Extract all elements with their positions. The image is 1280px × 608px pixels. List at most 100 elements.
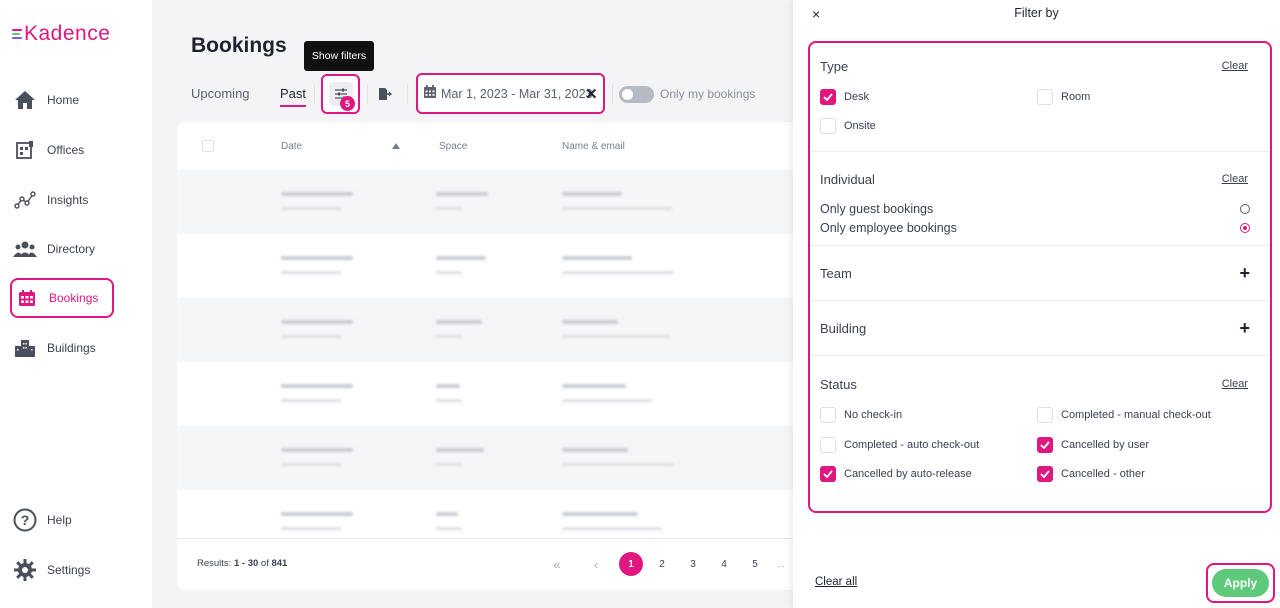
- page-4-button[interactable]: 4: [712, 552, 736, 576]
- column-header-date[interactable]: Date: [281, 141, 302, 152]
- previous-page-icon[interactable]: ‹: [584, 552, 608, 576]
- status-cancelled-by-user-checkbox[interactable]: Cancelled by user: [1037, 437, 1149, 453]
- only-my-bookings-toggle[interactable]: [619, 86, 654, 103]
- building-section-title: Building: [820, 321, 867, 336]
- apply-button[interactable]: Apply: [1212, 569, 1269, 597]
- team-section-title: Team: [820, 266, 852, 281]
- table-row[interactable]: [177, 426, 797, 490]
- tab-upcoming[interactable]: Upcoming: [191, 86, 250, 101]
- table-row[interactable]: [177, 234, 797, 298]
- only-employee-bookings-option[interactable]: Only employee bookings: [820, 221, 1250, 235]
- page-2-button[interactable]: 2: [650, 552, 674, 576]
- filter-count-badge: 5: [340, 96, 355, 111]
- directory-icon: [13, 237, 37, 261]
- type-section: Type Clear Desk Room Onsite: [810, 43, 1270, 152]
- filter-options: Type Clear Desk Room Onsite Individual C…: [808, 41, 1272, 513]
- insights-icon: [13, 188, 37, 212]
- clear-date-icon[interactable]: ✕: [585, 85, 598, 103]
- sidebar-item-insights[interactable]: Insights: [10, 180, 114, 220]
- sidebar-item-label: Insights: [47, 193, 89, 207]
- column-header-name-email[interactable]: Name & email: [562, 141, 625, 152]
- checkbox-checked-icon: [820, 89, 836, 105]
- sidebar-item-label: Home: [47, 93, 80, 107]
- bookings-table: Date Space Name & email Results: 1 - 30 …: [177, 122, 797, 590]
- export-icon[interactable]: [378, 87, 393, 106]
- type-desk-checkbox[interactable]: Desk: [820, 89, 869, 105]
- only-guest-bookings-option[interactable]: Only guest bookings: [820, 202, 1250, 216]
- brand-name: Kadence: [24, 22, 111, 45]
- office-icon: [13, 138, 37, 162]
- individual-section-title: Individual: [820, 172, 875, 187]
- sidebar-item-bookings[interactable]: Bookings: [10, 278, 114, 318]
- table-row[interactable]: [177, 298, 797, 362]
- sidebar-item-label: Directory: [47, 242, 96, 256]
- sidebar-item-label: Help: [47, 513, 72, 527]
- home-icon: [13, 88, 37, 112]
- individual-clear-link[interactable]: Clear: [1222, 173, 1248, 185]
- toggle-label: Only my bookings: [660, 87, 756, 101]
- status-cancelled-auto-release-checkbox[interactable]: Cancelled by auto-release: [820, 466, 972, 482]
- radio-selected-icon[interactable]: [1240, 223, 1250, 233]
- type-onsite-checkbox[interactable]: Onsite: [820, 118, 876, 134]
- divider: [612, 84, 613, 104]
- date-range-value: Mar 1, 2023 - Mar 31, 2023: [441, 86, 593, 101]
- expand-team-icon[interactable]: +: [1239, 263, 1250, 284]
- page-1-button[interactable]: 1: [619, 552, 643, 576]
- sidebar-item-label: Buildings: [47, 341, 96, 355]
- checkbox-checked-icon: [820, 466, 836, 482]
- calendar-grid-icon: [15, 286, 39, 310]
- table-header: Date Space Name & email: [177, 122, 797, 170]
- status-completed-manual-checkbox[interactable]: Completed - manual check-out: [1037, 407, 1211, 423]
- more-pages-ellipsis: ...: [777, 559, 785, 569]
- sidebar-item-buildings[interactable]: Buildings: [10, 328, 114, 368]
- filter-panel-title: Filter by: [1014, 6, 1059, 20]
- tab-past[interactable]: Past: [280, 86, 306, 101]
- column-header-space[interactable]: Space: [439, 141, 467, 152]
- status-section: Status Clear No check-in Completed - man…: [810, 356, 1270, 511]
- apply-button-highlight: Apply: [1206, 563, 1275, 603]
- first-page-icon[interactable]: «: [545, 552, 569, 576]
- sidebar-item-home[interactable]: Home: [10, 80, 114, 120]
- divider: [407, 84, 408, 104]
- kadence-logo[interactable]: Kadence: [12, 22, 110, 46]
- svg-text:?: ?: [21, 512, 30, 528]
- sidebar-item-offices[interactable]: Offices: [10, 130, 114, 170]
- status-section-title: Status: [820, 377, 857, 392]
- select-all-checkbox[interactable]: [202, 140, 214, 152]
- clear-all-link[interactable]: Clear all: [815, 576, 857, 588]
- buildings-icon: [13, 336, 37, 360]
- page-3-button[interactable]: 3: [681, 552, 705, 576]
- date-range-picker[interactable]: Mar 1, 2023 - Mar 31, 2023 ✕: [416, 73, 605, 114]
- table-row[interactable]: [177, 170, 797, 234]
- page-5-button[interactable]: 5: [743, 552, 767, 576]
- expand-building-icon[interactable]: +: [1239, 318, 1250, 339]
- filter-panel: × Filter by Type Clear Desk Room Onsite …: [793, 0, 1280, 608]
- results-count: Results: 1 - 30 of 841: [197, 558, 288, 569]
- type-room-checkbox[interactable]: Room: [1037, 89, 1090, 105]
- sidebar-item-directory[interactable]: Directory: [10, 229, 114, 269]
- status-completed-auto-checkbox[interactable]: Completed - auto check-out: [820, 437, 979, 453]
- table-row[interactable]: [177, 362, 797, 426]
- status-no-check-in-checkbox[interactable]: No check-in: [820, 407, 902, 423]
- sidebar-item-help[interactable]: ? Help: [10, 500, 114, 540]
- status-cancelled-other-checkbox[interactable]: Cancelled - other: [1037, 466, 1145, 482]
- sidebar-item-label: Settings: [47, 563, 91, 577]
- checkbox-checked-icon: [1037, 466, 1053, 482]
- filter-button[interactable]: 5: [321, 74, 360, 114]
- sidebar-item-settings[interactable]: Settings: [10, 550, 114, 590]
- calendar-icon: [423, 84, 437, 104]
- status-clear-link[interactable]: Clear: [1222, 378, 1248, 390]
- type-section-title: Type: [820, 59, 849, 74]
- active-tab-indicator: [280, 105, 306, 107]
- sort-ascending-icon[interactable]: [392, 143, 400, 149]
- page-title: Bookings: [191, 34, 287, 57]
- sidebar: Kadence Home Offices Insights Directory: [0, 0, 152, 608]
- divider: [367, 84, 368, 104]
- sidebar-item-label: Offices: [47, 143, 85, 157]
- checkbox-checked-icon: [1037, 437, 1053, 453]
- radio-unselected-icon[interactable]: [1240, 204, 1250, 214]
- building-section[interactable]: Building +: [810, 301, 1270, 356]
- logo-bars-icon: [12, 29, 22, 39]
- team-section[interactable]: Team +: [810, 246, 1270, 301]
- type-clear-link[interactable]: Clear: [1222, 60, 1248, 72]
